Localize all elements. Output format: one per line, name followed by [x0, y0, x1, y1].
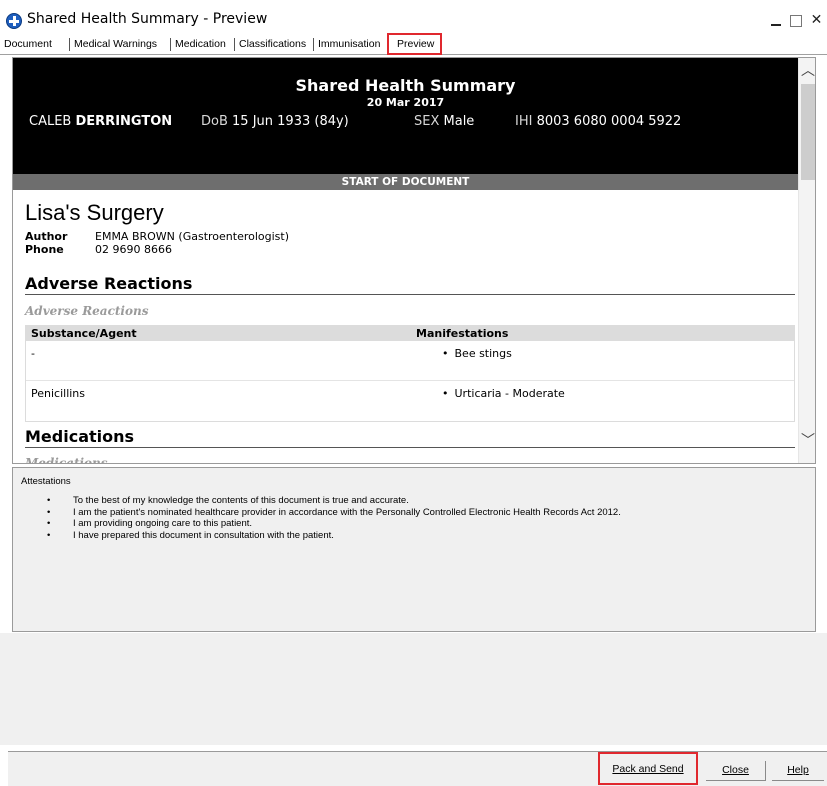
tab-separator — [234, 38, 235, 51]
app-icon — [6, 13, 22, 29]
author-value: EMMA BROWN (Gastroenterologist) — [95, 230, 290, 243]
patient-last-name: DERRINGTON — [75, 114, 173, 129]
manifestation-cell: Bee stings — [442, 347, 512, 360]
tab-preview[interactable]: Preview — [387, 33, 442, 55]
ihi-label: IHI — [515, 114, 533, 129]
table-header: Substance/Agent Manifestations — [26, 326, 794, 341]
attestations-list: To the best of my knowledge the contents… — [73, 495, 621, 541]
patient-first-name: CALEB — [29, 114, 72, 129]
document-date: 20 Mar 2017 — [366, 96, 445, 109]
start-of-document-banner: START OF DOCUMENT — [13, 174, 798, 190]
list-item: I have prepared this document in consult… — [73, 530, 621, 542]
window-title: Shared Health Summary - Preview — [27, 11, 268, 27]
tab-immunisation[interactable]: Immunisation — [318, 38, 380, 50]
tab-separator — [69, 38, 70, 51]
document-title: Shared Health Summary — [295, 76, 516, 95]
close-window-button[interactable]: ✕ — [809, 13, 824, 28]
dob-label: DoB — [201, 114, 228, 129]
document-preview[interactable]: Shared Health Summary 20 Mar 2017 CALEB … — [12, 57, 816, 464]
close-label: Close — [722, 764, 749, 776]
patient-ihi: IHI 8003 6080 0004 5922 — [515, 114, 681, 129]
author-label: Author — [25, 230, 68, 243]
patient-dob: DoB 15 Jun 1933 (84y) — [201, 114, 349, 129]
substance-cell: Penicillins — [31, 387, 86, 400]
section-heading-medications: Medications — [25, 427, 795, 448]
dob-value: 15 Jun 1933 (84y) — [232, 114, 349, 129]
close-button[interactable]: Close — [706, 761, 766, 781]
minimize-button[interactable] — [771, 15, 781, 26]
pack-and-send-button[interactable]: Pack and Send — [598, 752, 698, 785]
patient-sex: SEX Male — [414, 114, 474, 129]
adverse-reactions-table: Substance/Agent Manifestations - Bee sti… — [25, 325, 795, 422]
maximize-button[interactable] — [790, 15, 802, 27]
help-label: Help — [787, 764, 809, 776]
list-item: I am the patient's nominated healthcare … — [73, 507, 621, 519]
help-button[interactable]: Help — [772, 761, 824, 781]
empty-panel-area — [0, 633, 827, 745]
document-header: Shared Health Summary 20 Mar 2017 CALEB … — [13, 58, 798, 174]
tab-separator — [313, 38, 314, 51]
tab-preview-label: Preview — [397, 38, 435, 50]
scrollbar-thumb[interactable] — [801, 84, 815, 180]
tab-document[interactable]: Document — [4, 38, 52, 50]
pack-and-send-label: Pack and Send — [612, 763, 684, 775]
phone-value: 02 9690 8666 — [95, 243, 172, 256]
table-row: - Bee stings — [26, 341, 794, 381]
subheading-adverse-reactions: Adverse Reactions — [25, 304, 149, 318]
phone-row: Phone 02 9690 8666 — [25, 243, 172, 256]
tab-separator — [170, 38, 171, 51]
button-bar: Pack and Send Close Help — [8, 751, 827, 786]
ihi-value: 8003 6080 0004 5922 — [536, 114, 682, 129]
patient-name: CALEB DERRINGTON — [29, 114, 172, 129]
subheading-medications: Medications — [25, 456, 108, 464]
organisation-name: Lisa's Surgery — [25, 200, 164, 225]
phone-label: Phone — [25, 243, 64, 256]
title-bar: Shared Health Summary - Preview ✕ — [0, 0, 827, 32]
author-row: Author EMMA BROWN (Gastroenterologist) — [25, 230, 289, 243]
table-row: Penicillins Urticaria - Moderate — [26, 381, 794, 421]
sex-label: SEX — [414, 114, 440, 129]
column-header-manifestations: Manifestations — [416, 327, 509, 340]
tab-classifications[interactable]: Classifications — [239, 38, 306, 50]
column-header-substance: Substance/Agent — [31, 327, 137, 340]
tab-medication[interactable]: Medication — [175, 38, 226, 50]
attestations-title: Attestations — [21, 476, 71, 487]
section-heading-adverse-reactions: Adverse Reactions — [25, 274, 795, 295]
list-item: I am providing ongoing care to this pati… — [73, 518, 621, 530]
scroll-down-icon[interactable]: ﹀ — [801, 432, 815, 448]
list-item: To the best of my knowledge the contents… — [73, 495, 621, 507]
scroll-up-icon[interactable]: ︿ — [801, 62, 815, 78]
attestations-panel: Attestations To the best of my knowledge… — [12, 467, 816, 632]
substance-cell: - — [31, 347, 35, 360]
sex-value: Male — [443, 114, 475, 129]
vertical-scrollbar[interactable]: ︿ ﹀ — [798, 58, 815, 463]
tab-strip: Document Medical Warnings Medication Cla… — [0, 33, 827, 55]
manifestation-cell: Urticaria - Moderate — [442, 387, 565, 400]
tab-medical-warnings[interactable]: Medical Warnings — [74, 38, 157, 50]
